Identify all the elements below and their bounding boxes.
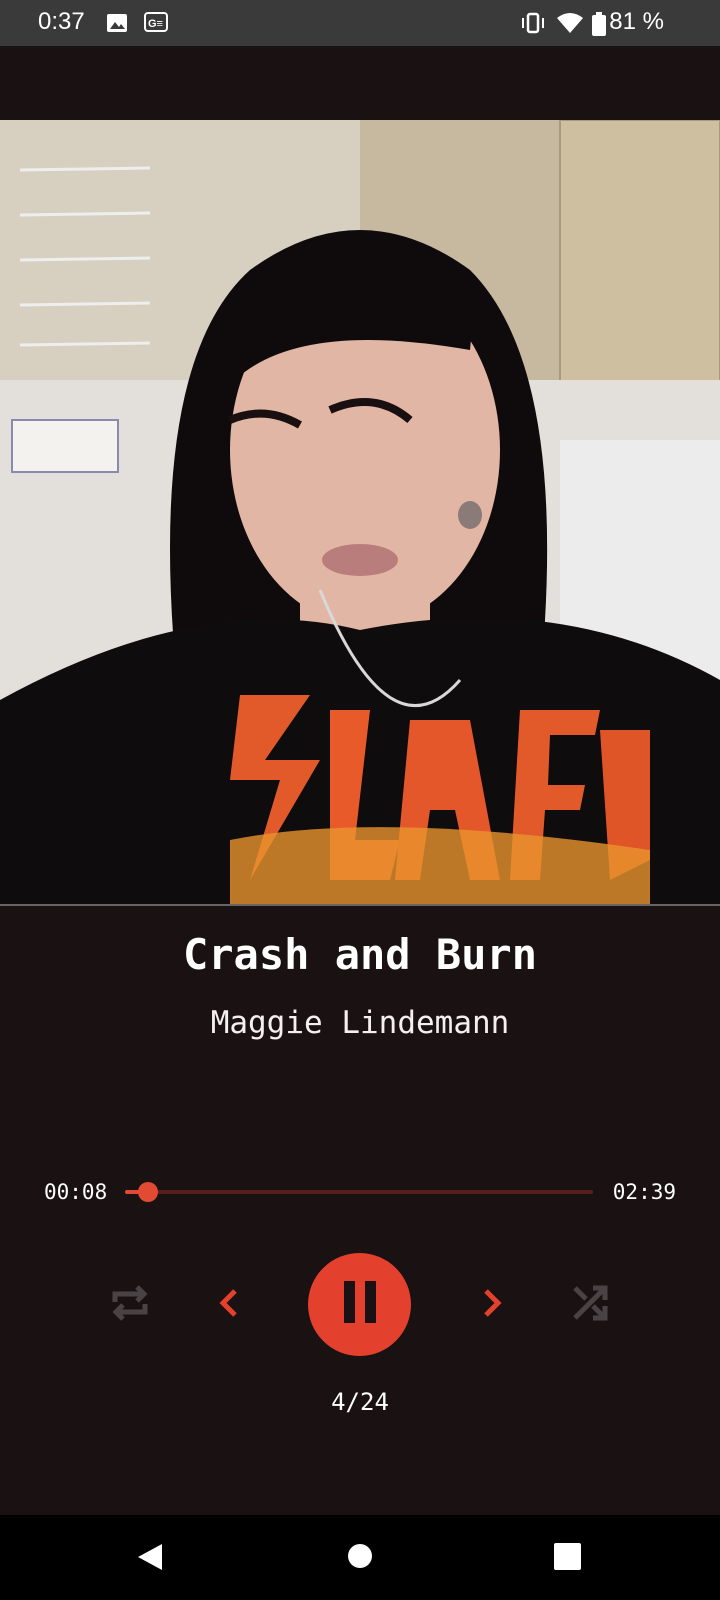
ge-icon: G≡ [144,12,168,37]
wifi-icon [556,12,584,39]
pause-icon [343,1281,377,1328]
next-icon [480,1287,506,1324]
shuffle-button[interactable] [565,1280,615,1330]
shuffle-icon [569,1282,611,1329]
track-artist: Maggie Lindemann [210,1005,510,1041]
status-bar: 0:37 G≡ 81 % [0,0,720,46]
battery-percent: 81 % [609,8,664,35]
track-title: Crash and Burn [182,930,537,979]
recents-icon[interactable] [554,1543,581,1575]
image-icon [106,12,128,39]
vibrate-icon [520,12,546,39]
back-icon[interactable] [136,1542,164,1577]
total-time: 02:39 [612,1180,676,1204]
navigation-bar [0,1515,720,1600]
svg-text:G≡: G≡ [148,18,163,30]
seek-bar[interactable] [125,1182,593,1202]
seek-bar-thumb[interactable] [138,1182,159,1202]
queue-position: 4/24 [331,1388,389,1416]
repeat-icon [109,1282,151,1329]
elapsed-time: 00:08 [44,1180,108,1204]
art-divider [0,904,720,906]
album-art [0,120,720,905]
previous-button[interactable] [205,1280,251,1330]
top-bar [0,46,720,120]
next-button[interactable] [470,1280,516,1330]
pause-button[interactable] [308,1253,411,1356]
status-time: 0:37 [38,8,85,35]
battery-icon [592,12,606,41]
repeat-button[interactable] [105,1280,155,1330]
previous-icon [215,1287,241,1324]
home-icon[interactable] [347,1543,373,1574]
